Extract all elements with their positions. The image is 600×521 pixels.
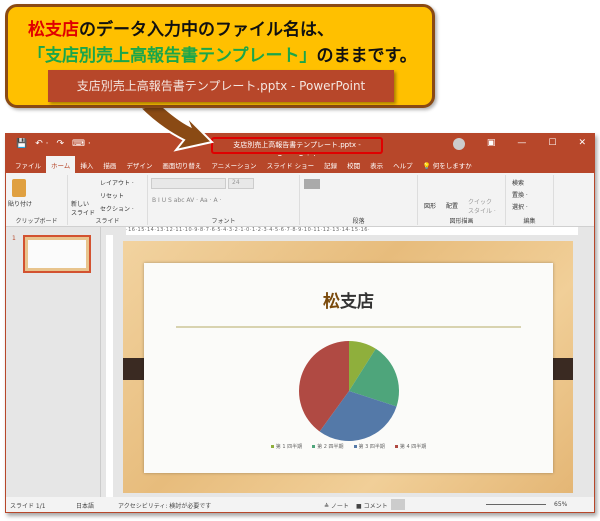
reset-button[interactable]: リセット: [100, 191, 124, 200]
title-divider: [176, 326, 521, 328]
font-name-select[interactable]: [151, 178, 226, 189]
group-editing: 検索 置換 · 選択 · 編集: [506, 175, 554, 225]
slide-canvas: 松支店 第 1 四半期 第 2 四半期 第 3 四半期 第 4 四半期: [123, 241, 573, 493]
group-label: スライド: [95, 218, 120, 225]
legend-label: 第 4 四半期: [399, 444, 427, 450]
slide-title[interactable]: 松支店: [144, 287, 553, 312]
slide-counter: スライド 1/1: [10, 503, 46, 510]
arrange-button[interactable]: 配置: [446, 201, 458, 210]
legend-item: 第 3 四半期: [353, 443, 385, 450]
group-drawing: 図形 配置 クイック スタイル · 図形描画: [418, 175, 506, 225]
new-slide-button[interactable]: 新しい スライド: [71, 199, 95, 217]
group-font: 24 B I U S abc AV · Aa · A · フォント: [148, 175, 300, 225]
list-icon[interactable]: [304, 179, 320, 189]
legend-swatch: [394, 445, 398, 448]
zoom-slider[interactable]: [486, 504, 546, 505]
chart-legend: 第 1 四半期 第 2 四半期 第 3 四半期 第 4 四半期: [144, 443, 553, 450]
powerpoint-window: 💾 ↶ · ↷ ⌨ · 支店別売上高報告書テンプレート.pptx - Power…: [5, 133, 595, 513]
find-button[interactable]: 検索: [512, 178, 524, 187]
notes-button[interactable]: ≜ ノート: [324, 501, 349, 510]
font-format-buttons[interactable]: B I U S abc AV · Aa · A ·: [152, 197, 221, 204]
ribbon: 貼り付け クリップボード 新しい スライド レイアウト · リセット セクション…: [6, 173, 594, 227]
comments-button[interactable]: ■ コメント: [356, 501, 388, 510]
select-button[interactable]: 選択 ·: [512, 202, 528, 211]
highlight-text: 「支店別売上高報告書テンプレート」: [28, 46, 317, 66]
section-button[interactable]: セクション ·: [100, 204, 134, 213]
legend-swatch: [353, 445, 357, 448]
language[interactable]: 日本語: [76, 501, 94, 510]
legend-item: 第 4 四半期: [394, 443, 427, 450]
callout-line-2: 「支店別売上高報告書テンプレート」のままです。: [28, 41, 417, 66]
group-slides: 新しい スライド レイアウト · リセット セクション · スライド: [68, 175, 148, 225]
shapes-button[interactable]: 図形: [424, 201, 436, 210]
zoom-level[interactable]: 65%: [554, 501, 567, 508]
group-label: クリップボード: [15, 218, 58, 225]
replace-button[interactable]: 置換 ·: [512, 190, 528, 199]
vertical-ruler: [106, 235, 113, 497]
group-label: 図形描画: [449, 218, 474, 225]
group-label: 段落: [352, 218, 365, 225]
callout-text: のデータ入力中のファイル名は、: [79, 20, 334, 40]
group-paragraph: 段落: [300, 175, 418, 225]
callout-title-bar-image: 支店別売上高報告書テンプレート.pptx - PowerPoint: [48, 70, 394, 102]
callout-line-1: 松支店のデータ入力中のファイル名は、: [28, 15, 334, 40]
legend-item: 第 1 四半期: [270, 443, 303, 450]
legend-swatch: [270, 445, 274, 448]
font-size-select[interactable]: 24: [228, 178, 254, 189]
group-label: フォント: [211, 218, 236, 225]
legend-swatch: [312, 445, 316, 448]
legend-label: 第 3 四半期: [358, 444, 385, 450]
callout-text: のままです。: [316, 46, 417, 66]
slide-thumbnail[interactable]: [23, 235, 91, 273]
title-text: 支店: [340, 292, 374, 312]
group-label: 編集: [523, 218, 536, 225]
title-brown-text: 松: [323, 292, 340, 312]
layout-button[interactable]: レイアウト ·: [100, 178, 134, 187]
paste-icon[interactable]: [12, 179, 26, 197]
slide-thumbnail-pane: 1: [6, 227, 101, 499]
annotation-callout: 松支店のデータ入力中のファイル名は、 「支店別売上高報告書テンプレート」のままで…: [5, 4, 435, 108]
normal-view-button[interactable]: [391, 499, 405, 510]
legend-label: 第 1 四半期: [275, 444, 303, 450]
group-clipboard: 貼り付け クリップボード: [6, 175, 68, 225]
status-bar: スライド 1/1 日本語 アクセシビリティ: 検討が必要です ≜ ノート ■ コ…: [6, 497, 594, 512]
highlight-text: 松支店: [28, 20, 79, 40]
legend-item: 第 2 四半期: [312, 443, 344, 450]
legend-label: 第 2 四半期: [317, 444, 344, 450]
quick-styles-button[interactable]: クイック スタイル ·: [468, 197, 498, 215]
paste-button[interactable]: 貼り付け: [8, 199, 32, 208]
horizontal-ruler: ·16·15·14·13·12·11·10·9·8·7·6·5·4·3·2·1·…: [126, 227, 578, 235]
slide[interactable]: 松支店 第 1 四半期 第 2 四半期 第 3 四半期 第 4 四半期: [144, 263, 553, 473]
thumbnail-number: 1: [12, 235, 16, 242]
accessibility-status[interactable]: アクセシビリティ: 検討が必要です: [118, 501, 211, 510]
pie-chart[interactable]: [297, 339, 401, 443]
